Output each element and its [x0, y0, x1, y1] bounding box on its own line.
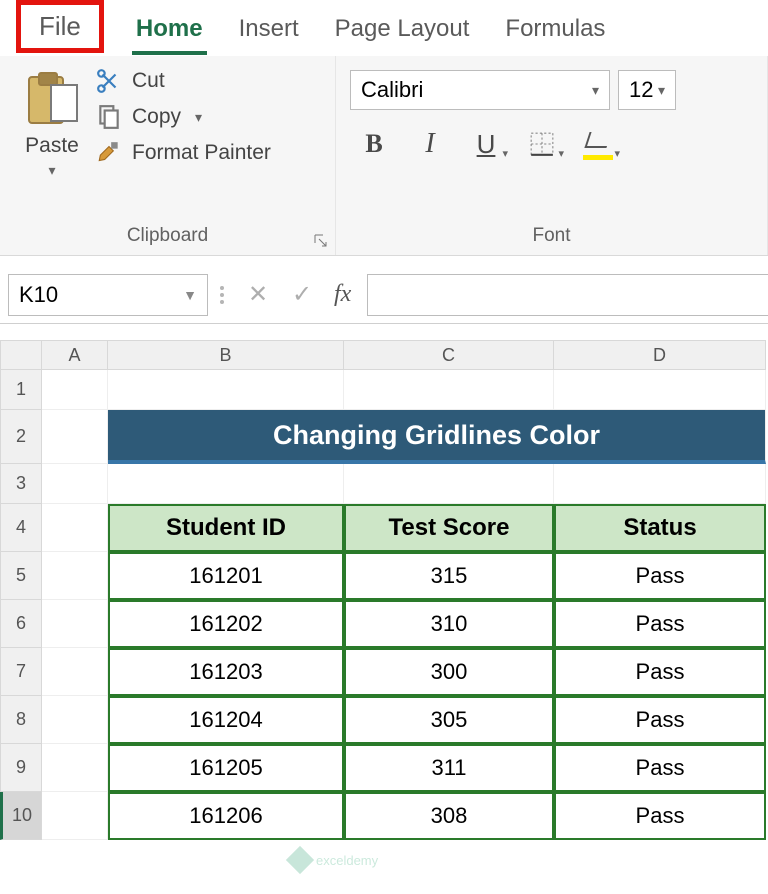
cell-C6[interactable]: 310 — [344, 600, 554, 648]
formula-input[interactable] — [367, 274, 768, 316]
copy-label: Copy — [132, 105, 181, 129]
header-student-id[interactable]: Student ID — [108, 504, 344, 552]
watermark-icon — [286, 846, 314, 874]
cell-B9[interactable]: 161205 — [108, 744, 344, 792]
name-box[interactable]: K10 ▼ — [8, 274, 208, 316]
copy-icon — [96, 104, 122, 130]
cell-B7[interactable]: 161203 — [108, 648, 344, 696]
formula-bar-area: K10 ▼ ✕ ✓ fx — [0, 266, 768, 324]
paste-button[interactable]: Paste ▾ — [14, 68, 90, 219]
chevron-down-icon: ▾ — [658, 82, 665, 99]
cell-C8[interactable]: 305 — [344, 696, 554, 744]
cell-D8[interactable]: Pass — [554, 696, 766, 744]
clipboard-group-label: Clipboard — [127, 225, 208, 247]
cell-D7[interactable]: Pass — [554, 648, 766, 696]
header-status[interactable]: Status — [554, 504, 766, 552]
row-header-8[interactable]: 8 — [0, 696, 42, 744]
tab-formulas[interactable]: Formulas — [501, 5, 609, 55]
font-family-select[interactable]: Calibri ▾ — [350, 70, 610, 110]
chevron-down-icon[interactable]: ▾ — [195, 109, 202, 126]
cell-D9[interactable]: Pass — [554, 744, 766, 792]
worksheet: A B C D 1 2 Changing Gridlines Color 3 4… — [0, 340, 768, 840]
cell-B5[interactable]: 161201 — [108, 552, 344, 600]
col-header-B[interactable]: B — [108, 340, 344, 370]
col-header-A[interactable]: A — [42, 340, 108, 370]
drag-handle-icon[interactable] — [220, 286, 224, 304]
tab-insert[interactable]: Insert — [235, 5, 303, 55]
paste-label: Paste — [25, 134, 79, 158]
row-header-5[interactable]: 5 — [0, 552, 42, 600]
ribbon-tabs: File Home Insert Page Layout Formulas — [0, 0, 768, 56]
chevron-down-icon: ▾ — [592, 82, 599, 99]
watermark: exceldemy — [290, 850, 378, 870]
tab-home[interactable]: Home — [132, 5, 207, 55]
font-family-value: Calibri — [361, 77, 423, 103]
cell-B10[interactable]: 161206 — [108, 792, 344, 840]
borders-icon — [529, 131, 555, 157]
cancel-formula-button[interactable]: ✕ — [236, 274, 280, 316]
tab-file[interactable]: File — [16, 0, 104, 53]
chevron-down-icon[interactable]: ▾ — [614, 147, 620, 160]
cell-C7[interactable]: 300 — [344, 648, 554, 696]
col-header-C[interactable]: C — [344, 340, 554, 370]
chevron-down-icon[interactable]: ▾ — [558, 147, 564, 160]
underline-button[interactable]: U ▾ — [462, 124, 510, 164]
tab-page-layout[interactable]: Page Layout — [331, 5, 474, 55]
cell-C9[interactable]: 311 — [344, 744, 554, 792]
title-banner[interactable]: Changing Gridlines Color — [108, 410, 766, 464]
cell-D6[interactable]: Pass — [554, 600, 766, 648]
column-headers: A B C D — [0, 340, 768, 370]
row-header-2[interactable]: 2 — [0, 410, 42, 464]
cell-D10[interactable]: Pass — [554, 792, 766, 840]
italic-button[interactable]: I — [406, 124, 454, 164]
cell-C5[interactable]: 315 — [344, 552, 554, 600]
group-font: Calibri ▾ 12 ▾ B I U ▾ ▾ — [336, 56, 768, 255]
ribbon-body: Paste ▾ Cut Copy ▾ Format Painter — [0, 56, 768, 256]
cell-B8[interactable]: 161204 — [108, 696, 344, 744]
cell-D5[interactable]: Pass — [554, 552, 766, 600]
dialog-launcher-icon[interactable] — [313, 233, 329, 249]
bucket-icon — [583, 132, 613, 156]
borders-button[interactable]: ▾ — [518, 124, 566, 164]
enter-formula-button[interactable]: ✓ — [280, 274, 324, 316]
header-test-score[interactable]: Test Score — [344, 504, 554, 552]
font-group-label: Font — [532, 225, 570, 247]
row-header-1[interactable]: 1 — [0, 370, 42, 410]
row-header-4[interactable]: 4 — [0, 504, 42, 552]
group-clipboard: Paste ▾ Cut Copy ▾ Format Painter — [0, 56, 336, 255]
chevron-down-icon[interactable]: ▾ — [502, 147, 508, 160]
format-painter-label: Format Painter — [132, 141, 271, 165]
watermark-text: exceldemy — [316, 853, 378, 868]
cut-label: Cut — [132, 69, 165, 93]
fill-color-button[interactable]: ▾ — [574, 124, 622, 164]
copy-button[interactable]: Copy ▾ — [96, 104, 271, 130]
cell-C10[interactable]: 308 — [344, 792, 554, 840]
name-box-value: K10 — [19, 282, 58, 308]
row-header-9[interactable]: 9 — [0, 744, 42, 792]
chevron-down-icon[interactable]: ▼ — [183, 287, 197, 303]
col-header-D[interactable]: D — [554, 340, 766, 370]
bold-button[interactable]: B — [350, 124, 398, 164]
brush-icon — [96, 140, 122, 166]
row-header-10[interactable]: 10 — [0, 792, 42, 840]
row-header-6[interactable]: 6 — [0, 600, 42, 648]
font-size-select[interactable]: 12 ▾ — [618, 70, 676, 110]
row-header-3[interactable]: 3 — [0, 464, 42, 504]
fx-label[interactable]: fx — [334, 281, 351, 308]
scissors-icon — [96, 68, 122, 94]
paste-icon — [26, 70, 78, 128]
format-painter-button[interactable]: Format Painter — [96, 140, 271, 166]
font-size-value: 12 — [629, 77, 653, 103]
cut-button[interactable]: Cut — [96, 68, 271, 94]
cell-B6[interactable]: 161202 — [108, 600, 344, 648]
chevron-down-icon[interactable]: ▾ — [48, 162, 55, 179]
select-all-corner[interactable] — [0, 340, 42, 370]
row-header-7[interactable]: 7 — [0, 648, 42, 696]
